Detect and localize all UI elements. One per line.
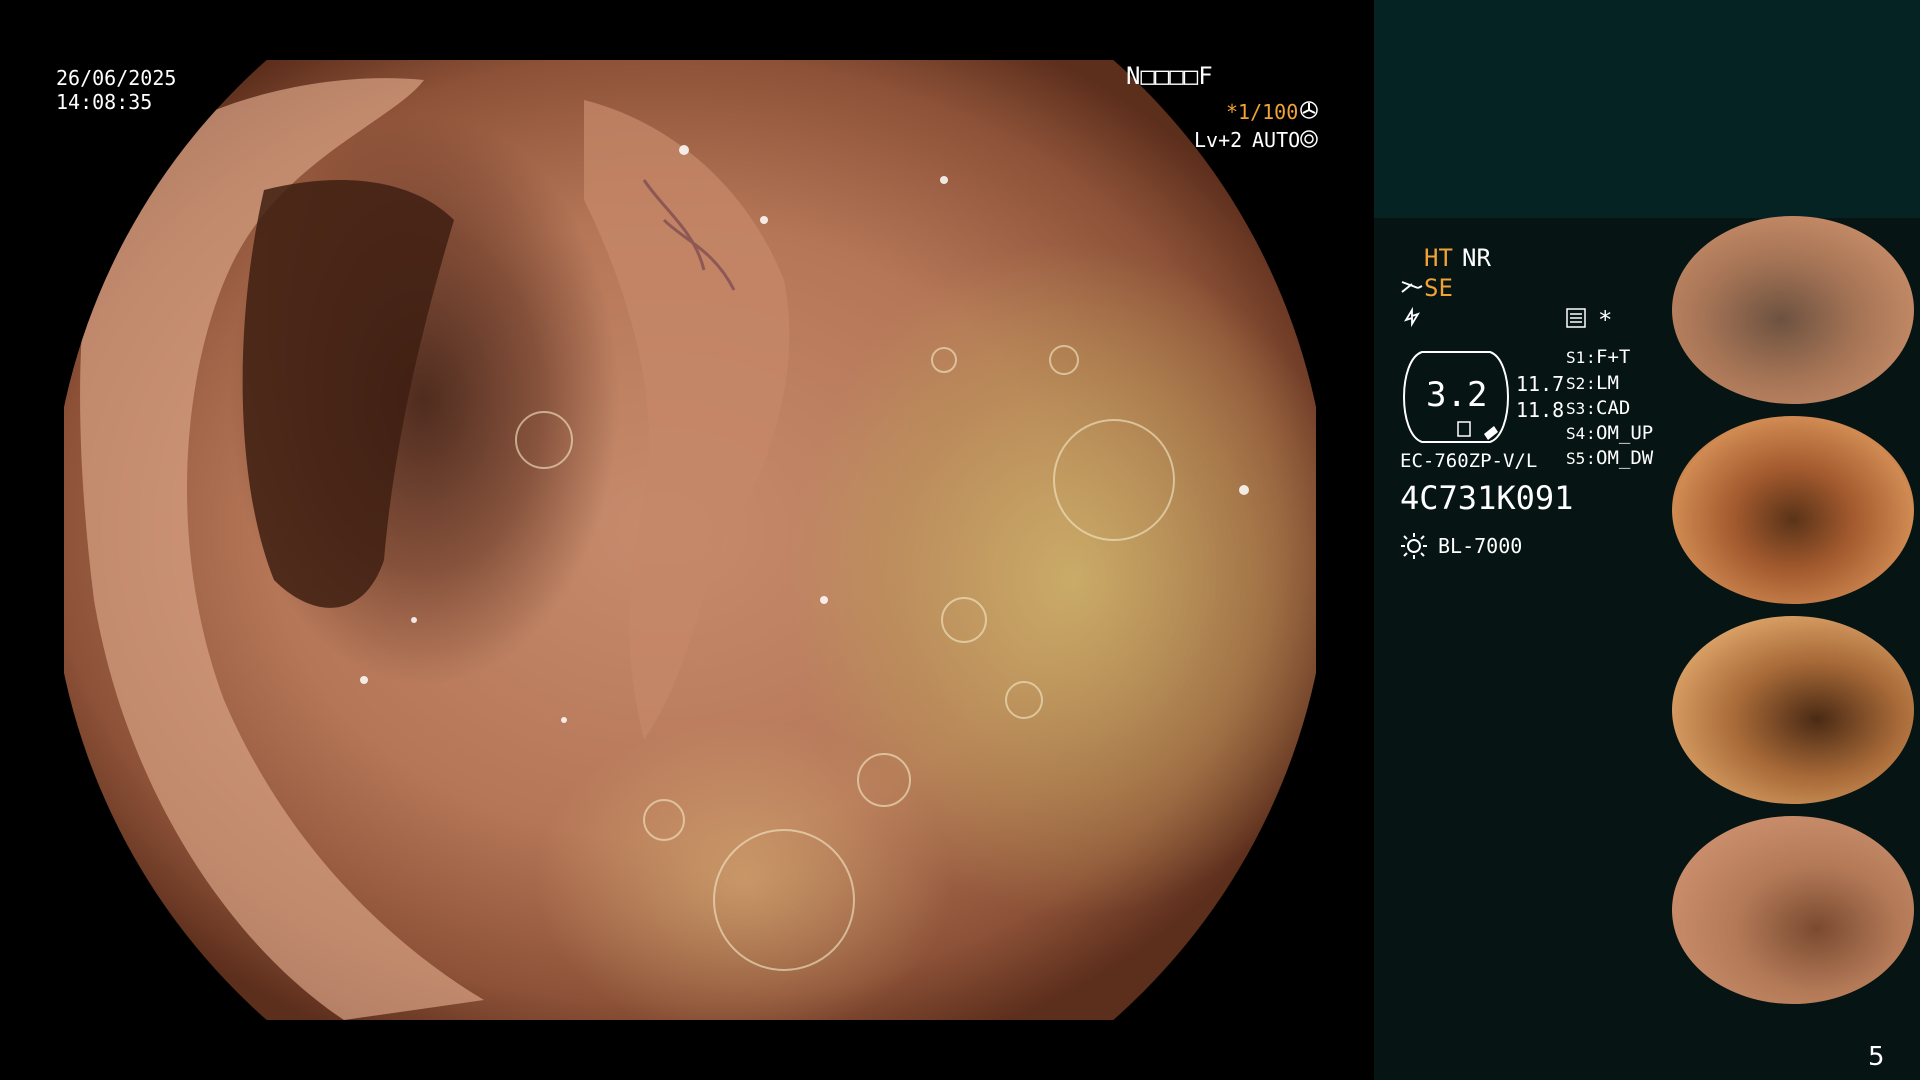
thumbnail-1[interactable]: 4C731K091: [1672, 216, 1914, 404]
shutter-text: *1/100: [1226, 100, 1299, 124]
sun-icon: [1400, 532, 1428, 564]
zoom-value: 3.2: [1426, 375, 1488, 415]
light-source: BL-7000: [1438, 534, 1523, 558]
switch-key: S1: [1566, 348, 1586, 367]
panel-header: [1374, 0, 1920, 218]
star-indicator: *: [1598, 306, 1613, 334]
endoscope-view: [64, 60, 1316, 1020]
mode-text: AUTO: [1252, 128, 1301, 152]
switch-value: OM_UP: [1596, 422, 1654, 444]
scope-model: EC-760ZP-V/L: [1400, 450, 1538, 472]
switch-key: S5: [1566, 449, 1586, 468]
iris-icon: [1300, 130, 1318, 152]
switch-value: LM: [1596, 372, 1619, 394]
time-text: 14:08:35: [56, 90, 153, 114]
page-number: 5: [1868, 1042, 1885, 1072]
date-text: 26/06/2025: [56, 66, 177, 90]
thumbnail-label: 4C731K091: [1674, 787, 1712, 795]
scope-serial: 4C731K091: [1400, 479, 1574, 517]
list-icon: [1566, 308, 1586, 332]
switch-value: OM_DW: [1596, 447, 1654, 469]
fan-icon: [1300, 101, 1318, 123]
thumbnail-2[interactable]: 4C731K091: [1672, 416, 1914, 604]
value-top: 11.7: [1516, 372, 1565, 396]
switch-value: CAD: [1596, 397, 1631, 419]
switch-key: S3: [1566, 399, 1586, 418]
se-label: SE: [1424, 274, 1453, 302]
scissor-icon: [1400, 276, 1424, 302]
thumbnail-3[interactable]: 4C731K091: [1672, 616, 1914, 804]
thumbnail-label: 4C731K091: [1674, 987, 1712, 995]
switch-key: S2: [1566, 374, 1586, 393]
thumbnail-4[interactable]: 4C731K091: [1672, 816, 1914, 1004]
thumbnail-label: 4C731K091: [1674, 587, 1712, 595]
switch-key: S4: [1566, 424, 1586, 443]
ht-label: HT: [1424, 244, 1453, 272]
code-text: N□□□□F: [1126, 62, 1213, 90]
tissue-illustration: [80, 78, 1249, 1020]
nr-label: NR: [1462, 244, 1491, 272]
thumbnail-label: 4C731K091: [1674, 387, 1712, 395]
value-bottom: 11.8: [1516, 398, 1565, 422]
level-text: Lv+2: [1194, 128, 1243, 152]
switch-value: F+T: [1596, 346, 1631, 368]
lightning-icon: [1402, 306, 1422, 332]
